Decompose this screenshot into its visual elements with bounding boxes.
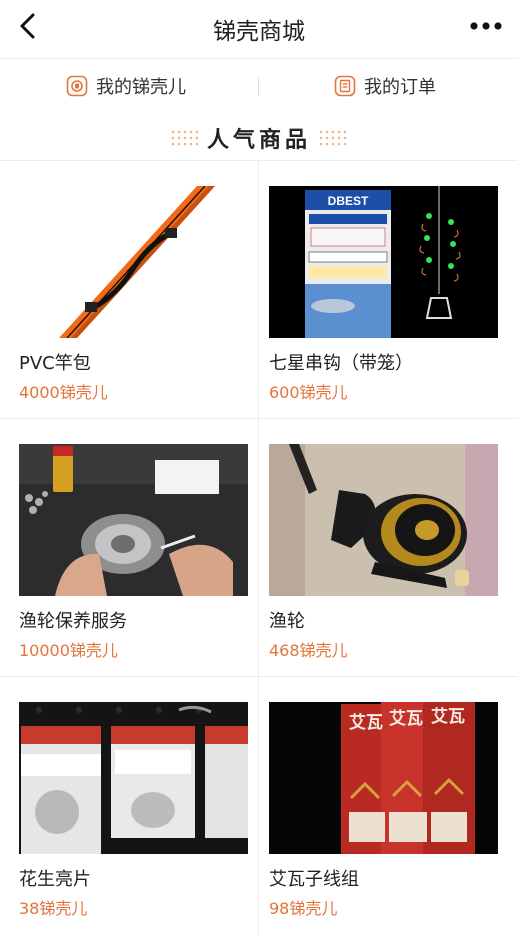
product-image: [269, 444, 498, 596]
my-orders-label: 我的订单: [364, 77, 436, 98]
product-name: 花生亮片: [19, 869, 91, 890]
section-title: 人气商品: [206, 128, 311, 153]
product-name: 渔轮保养服务: [19, 611, 127, 632]
product-card[interactable]: 渔轮 468锑壳儿: [258, 418, 516, 676]
my-coins-link[interactable]: 我的锑壳儿: [66, 60, 186, 112]
product-card[interactable]: PVC竿包 4000锑壳儿: [0, 160, 258, 418]
package-brand-text: 艾瓦: [431, 706, 465, 726]
decorative-dots-icon: [320, 130, 347, 146]
product-card[interactable]: 渔轮保养服务 10000锑壳儿: [0, 418, 258, 676]
coin-icon: [66, 75, 88, 97]
product-card[interactable]: 艾瓦 艾瓦 艾瓦 艾瓦子线组 98锑壳儿: [258, 676, 516, 934]
order-icon: [334, 75, 356, 97]
shortcut-divider: [258, 78, 259, 96]
product-name: PVC竿包: [19, 353, 91, 374]
package-brand-text: 艾瓦: [389, 708, 423, 728]
product-price: 468锑壳儿: [269, 641, 348, 660]
section-header: 人气商品: [0, 118, 518, 158]
package-brand-text: 艾瓦: [349, 712, 383, 732]
product-price: 4000锑壳儿: [19, 383, 108, 402]
product-image: [19, 702, 248, 854]
product-name: 七星串钩（带笼）: [269, 353, 413, 374]
product-image: [19, 444, 248, 596]
more-horizontal-icon[interactable]: [468, 16, 504, 36]
top-navigation-bar: 锑壳商城: [0, 0, 518, 56]
product-image: 艾瓦 艾瓦 艾瓦: [269, 702, 498, 854]
product-name: 渔轮: [269, 611, 305, 632]
product-card[interactable]: DBEST 七星串钩（带笼） 600锑壳儿: [258, 160, 516, 418]
product-card[interactable]: 花生亮片 38锑壳儿: [0, 676, 258, 934]
header-divider: [0, 58, 518, 59]
my-coins-label: 我的锑壳儿: [96, 77, 186, 98]
package-brand-text: DBEST: [328, 194, 369, 208]
product-image: DBEST: [269, 186, 498, 338]
product-price: 98锑壳儿: [269, 899, 338, 918]
shortcut-bar: 我的锑壳儿 我的订单: [0, 60, 518, 112]
product-price: 38锑壳儿: [19, 899, 88, 918]
product-price: 10000锑壳儿: [19, 641, 118, 660]
my-orders-link[interactable]: 我的订单: [334, 60, 436, 112]
product-price: 600锑壳儿: [269, 383, 348, 402]
product-image: [19, 186, 248, 338]
product-name: 艾瓦子线组: [269, 869, 359, 890]
page-title: 锑壳商城: [213, 19, 305, 45]
